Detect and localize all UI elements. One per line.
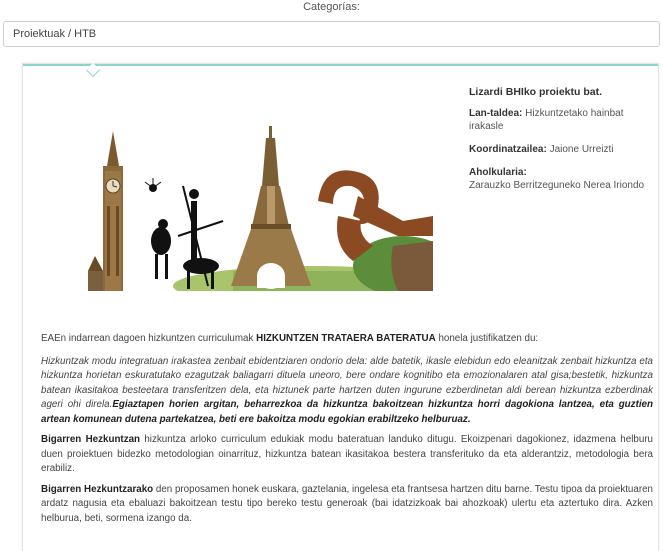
- category-label: Categorías:: [303, 1, 360, 13]
- project-title: Lizardi BHIko proiektu bat.: [469, 86, 603, 98]
- intro-paragraph: EAEn indarrean dagoen hizkuntzen curricu…: [41, 332, 653, 347]
- coordinator-row: Koordinatzailea: Jaione Urreizti: [469, 143, 659, 156]
- quote-bold-italic: Egiaztapen horien argitan, beharrezkoa d…: [41, 399, 653, 425]
- category-select[interactable]: Proiektuak / HTB: [3, 21, 660, 47]
- coordinator-label: Koordinatzailea:: [469, 144, 547, 155]
- advisor-value: Zarauzko Berritzeguneko Nerea Iriondo: [469, 180, 645, 191]
- secondary-paragraph-2: Bigarren Hezkuntzarako den proposamen ho…: [41, 483, 653, 527]
- advisor-label: Aholkularia:: [469, 167, 527, 178]
- quote-paragraph: Hizkuntzak modu integratuan irakastea ze…: [41, 355, 653, 428]
- team-label: Lan-taldea:: [469, 108, 523, 119]
- intro-prefix: EAEn indarrean dagoen hizkuntzen curricu…: [41, 333, 254, 344]
- team-row: Lan-taldea: Hizkuntzetako hainbat irakas…: [469, 107, 659, 133]
- secondary-paragraph-1: Bigarren Hezkuntzan hizkuntza arloko cur…: [41, 433, 653, 477]
- project-description: EAEn indarrean dagoen hizkuntzen curricu…: [41, 332, 653, 532]
- advisor-row: Aholkularia: Zarauzko Berritzeguneko Ner…: [469, 166, 659, 192]
- p1-bold: Bigarren Hezkuntzan: [41, 434, 141, 445]
- p2-bold: Bigarren Hezkuntzarako: [41, 483, 154, 495]
- panel-accent-line: [23, 64, 658, 66]
- hero-collage-image: [83, 126, 433, 291]
- project-panel: Lizardi BHIko proiektu bat. Lan-taldea: …: [22, 62, 659, 551]
- intro-suffix: honela justifikatzen du:: [438, 333, 539, 344]
- coordinator-value: Jaione Urreizti: [549, 144, 614, 155]
- intro-bold: HIZKUNTZEN TRATAERA BATERATUA: [256, 333, 436, 344]
- project-info: Lizardi BHIko proiektu bat. Lan-taldea: …: [469, 86, 659, 202]
